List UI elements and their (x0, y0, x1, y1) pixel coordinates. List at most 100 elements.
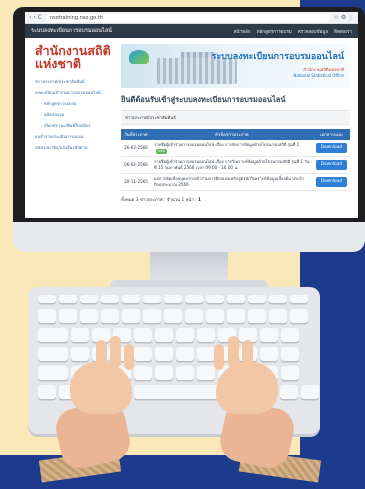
row-topic[interactable]: รายชื่อผู้เข้าร่วมการอบรมออนไลน์ เรื่อง … (151, 140, 313, 157)
address-bar[interactable]: nsotraining.nso.go.th (45, 13, 330, 22)
key (269, 309, 287, 323)
key (248, 309, 266, 323)
monitor-chin (13, 222, 365, 252)
header-banner: ระบบลงทะเบียนการอบรมออนไลน์ สำนักงานสถิต… (121, 44, 350, 88)
download-button[interactable]: Download (315, 177, 347, 187)
site-navbar: ระบบลงทะเบียนการอบรมออนไลน์ หน้าหลัก หลั… (25, 24, 358, 38)
key (197, 328, 215, 342)
key (290, 309, 308, 323)
key (197, 347, 215, 361)
banner-subtitle: สำนักงานสถิติแห่งชาติ (303, 67, 344, 72)
key (206, 295, 224, 303)
key (134, 347, 152, 361)
key (38, 328, 68, 342)
column-header-attachment: เอกสารแนบ (312, 129, 350, 140)
monitor-stand-neck (150, 252, 228, 282)
key (122, 295, 140, 303)
download-button[interactable]: Download (315, 160, 347, 170)
sidebar-link-register[interactable]: ลงทะเบียนเข้าร่วมการอบรมออนไลน์ (33, 89, 111, 96)
key (206, 309, 224, 323)
key (134, 328, 152, 342)
banner-title: ระบบลงทะเบียนการอบรมออนไลน์ (211, 52, 344, 62)
key (155, 366, 173, 380)
row-topic-text[interactable]: ผลการคัดเลือกบุคลากรเข้าร่วมการฝึกอบรมหล… (154, 176, 304, 187)
browser-extension-icons[interactable]: ☆ ⚙ ⋮ (333, 14, 354, 21)
download-button[interactable]: Download (315, 143, 347, 153)
key (59, 295, 77, 303)
key (164, 295, 182, 303)
row-topic[interactable]: รายชื่อผู้เข้าร่วมการอบรมออนไลน์ เรื่อง … (151, 156, 313, 174)
key (38, 366, 68, 380)
row-topic[interactable]: ผลการคัดเลือกบุคลากรเข้าร่วมการฝึกอบรมหล… (151, 173, 313, 191)
section-label: ข่าวประกาศ/ประชาสัมพันธ์ (121, 110, 350, 125)
key (290, 295, 308, 303)
key (164, 309, 182, 323)
key (197, 366, 215, 380)
key (185, 309, 203, 323)
key (122, 309, 140, 323)
key (155, 347, 173, 361)
key (176, 328, 194, 342)
column-header-topic: หัวข้อข่าวประกาศ (151, 129, 313, 140)
keyboard-row-3 (38, 347, 299, 361)
key (71, 347, 89, 361)
page-title: ยินดีต้อนรับเข้าสู่ระบบลงทะเบียนการอบรมอ… (121, 95, 286, 104)
row-topic-text[interactable]: รายชื่อผู้เข้าร่วมการอบรมออนไลน์ เรื่อง … (154, 142, 299, 147)
key (260, 347, 278, 361)
row-attachment: Download (312, 156, 350, 174)
left-ring-finger (124, 344, 134, 370)
key (59, 309, 77, 323)
key (38, 347, 68, 361)
new-badge: new (156, 149, 168, 154)
sidebar-link-news[interactable]: ข่าวประกาศ/ประชาสัมพันธ์ (33, 78, 111, 85)
browser-nav-icons[interactable]: ‹ › C (29, 14, 42, 21)
key (227, 309, 245, 323)
row-date: 20-11-2565 (121, 173, 151, 191)
pagination: ทั้งหมด 3 ข่าวประกาศ : จำนวน 1 หน้า : 1 (121, 196, 350, 203)
nso-logo-icon (129, 50, 149, 64)
site-brand[interactable]: ระบบลงทะเบียนการอบรมออนไลน์ (31, 27, 112, 35)
key (248, 295, 266, 303)
keyboard-row-2 (38, 328, 299, 342)
menu-item-home[interactable]: หน้าหลัก (234, 28, 251, 35)
page-body: สำนักงานสถิติ แห่งชาติ ข่าวประกาศ/ประชาส… (25, 38, 358, 218)
table-header-row: วันที่ประกาศ หัวข้อข่าวประกาศ เอกสารแนบ (121, 129, 350, 140)
sidebar-link-status[interactable]: - เลือกสถานะ/พิมพ์ใบสมัคร (33, 122, 111, 129)
key (143, 309, 161, 323)
pagination-page[interactable]: 1 (198, 198, 201, 203)
key (281, 366, 299, 380)
menu-item-contact[interactable]: ติดต่อเรา (334, 28, 352, 35)
key (80, 295, 98, 303)
row-date: 06-02-2566 (121, 156, 151, 174)
org-title-line2: แห่งชาติ (35, 56, 82, 71)
right-index-finger (242, 340, 253, 370)
pagination-summary: ทั้งหมด 3 ข่าวประกาศ : จำนวน 1 หน้า : (121, 198, 197, 203)
row-attachment: Download (312, 140, 350, 157)
monitor-screen: ‹ › C nsotraining.nso.go.th ☆ ⚙ ⋮ ระบบลง… (25, 12, 358, 218)
sidebar-link-evaluation[interactable]: ผลสำรวจประเมินการอบรม (33, 133, 111, 140)
key (281, 347, 299, 361)
key (269, 295, 287, 303)
site-menu: หน้าหลัก หลักสูตรการอบรม ตรวจสอบข้อมูล ต… (234, 28, 352, 35)
row-topic-text[interactable]: รายชื่อผู้เข้าร่วมการอบรมออนไลน์ เรื่อง … (154, 159, 309, 170)
key (185, 295, 203, 303)
menu-item-check[interactable]: ตรวจสอบข้อมูล (298, 28, 328, 35)
right-middle-finger (228, 336, 239, 368)
key (280, 385, 298, 399)
sidebar-link-account[interactable]: สมัครสมาชิก/แจ้งลืมรหัสผ่าน (33, 144, 111, 151)
news-table: วันที่ประกาศ หัวข้อข่าวประกาศ เอกสารแนบ … (121, 129, 350, 191)
key (101, 309, 119, 323)
key (143, 295, 161, 303)
table-row: 26-02-2566 รายชื่อผู้เข้าร่วมการอบรมออนไ… (121, 140, 350, 157)
main-content: ระบบลงทะเบียนการอบรมออนไลน์ สำนักงานสถิต… (117, 38, 358, 218)
row-date: 26-02-2566 (121, 140, 151, 157)
sidebar-link-courses[interactable]: - หลักสูตรการอบรม (33, 100, 111, 107)
row-attachment: Download (312, 173, 350, 191)
key (155, 328, 173, 342)
key (281, 328, 299, 342)
sidebar-link-apply[interactable]: - สมัครอบรม (33, 111, 111, 118)
key (176, 366, 194, 380)
left-index-finger (96, 340, 107, 370)
org-title: สำนักงานสถิติ แห่งชาติ (33, 44, 111, 70)
menu-item-courses[interactable]: หลักสูตรการอบรม (257, 28, 292, 35)
